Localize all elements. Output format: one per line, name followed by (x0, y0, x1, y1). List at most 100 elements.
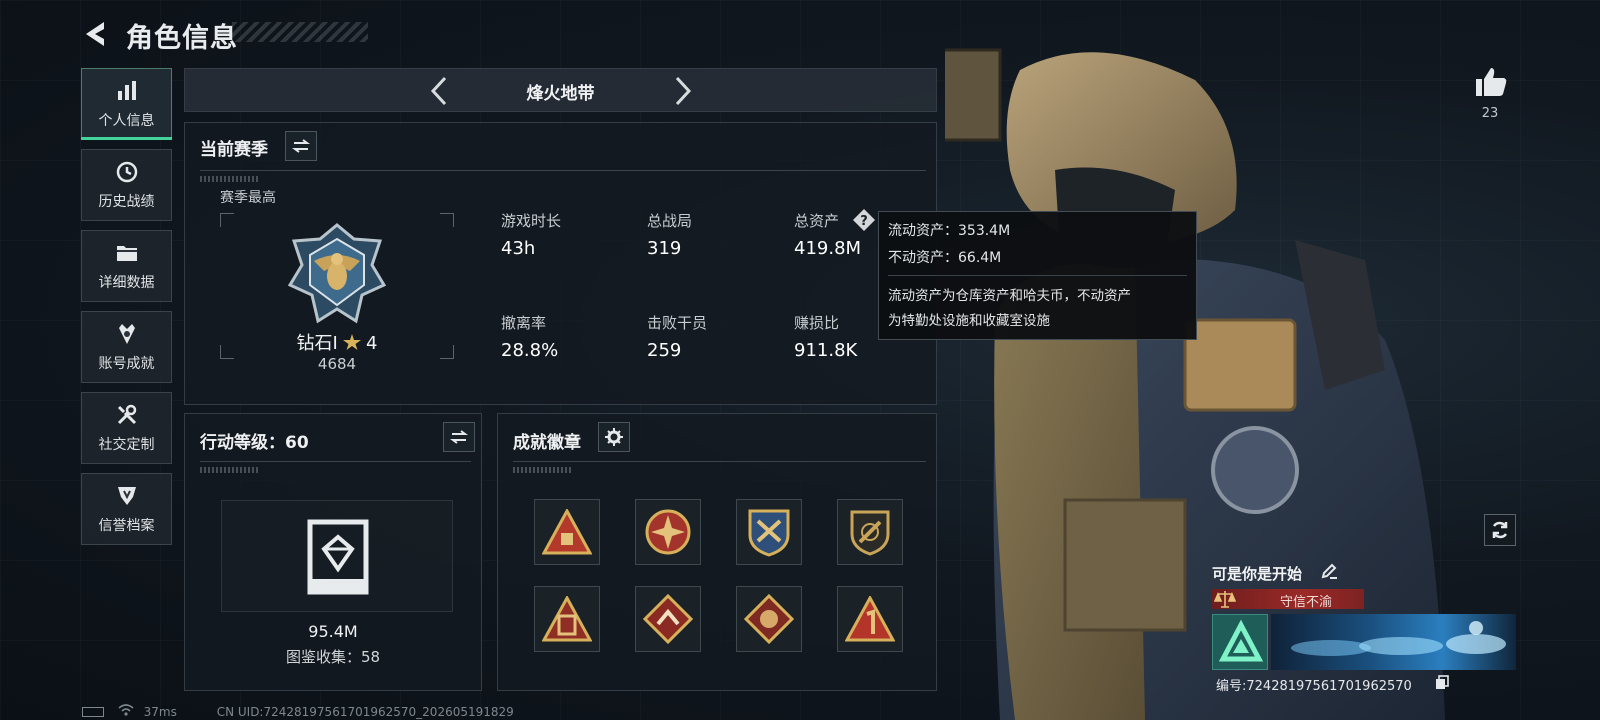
collection-count: 图鉴收集：58 (285, 648, 381, 666)
status-uid: CN UID:7242819756170196​2570_20260519182… (216, 705, 514, 719)
star-icon (342, 334, 361, 350)
mode-bar: 烽火地带 (184, 68, 937, 112)
stat-label-profit-loss: 赚损比 (794, 314, 840, 332)
nav-label: 详细数据 (98, 275, 155, 291)
season-best-label: 赛季最高 (220, 190, 276, 206)
refresh-button[interactable] (1484, 514, 1516, 546)
stat-label-total-assets: 总资产 (794, 212, 840, 230)
bar-chart-icon (114, 78, 140, 104)
achievement-badge-7[interactable] (736, 586, 802, 652)
decor-lines (200, 467, 260, 473)
profile-banner-image (1271, 614, 1516, 670)
stat-value-profit-loss: 911.8K (794, 340, 858, 361)
divider (513, 461, 926, 462)
stat-value-play-time: 43h (501, 238, 536, 259)
divider (200, 461, 471, 462)
achievements-panel: 成就徽章 (497, 413, 937, 691)
level-value: 95.4M (308, 622, 358, 641)
ping-text: 37ms (143, 705, 177, 719)
action-level-title: 行动等级：60 (200, 433, 309, 453)
achievement-settings-button[interactable] (598, 422, 630, 452)
achievements-title: 成就徽章 (513, 433, 581, 453)
frame-corner (220, 213, 234, 227)
rank-name: 钻石I (296, 333, 338, 354)
nav-label: 社交定制 (98, 437, 155, 453)
nav-item-achievements[interactable]: 账号成就 (81, 311, 172, 383)
copy-icon[interactable] (1435, 675, 1449, 690)
tooltip-liquid: 流动资产：353.4M (888, 223, 1011, 239)
mode-title: 烽火地带 (526, 84, 595, 104)
achievement-badge-2[interactable] (635, 499, 701, 565)
action-level-panel: 行动等级：60 95.4M 图鉴收集：58 (184, 413, 482, 691)
achievement-badge-8[interactable] (837, 586, 903, 652)
battery-icon (82, 707, 104, 717)
tooltip-fixed: 不动资产：66.4M (888, 250, 1002, 266)
folder-icon (114, 240, 140, 266)
back-icon[interactable] (80, 18, 112, 50)
scales-icon (1214, 591, 1236, 608)
stat-value-total-matches: 319 (647, 238, 682, 259)
thumbs-up-icon[interactable] (1474, 66, 1508, 98)
nav-label: 账号成就 (98, 356, 155, 372)
stat-value-total-assets: 419.8M (794, 238, 862, 259)
swap-icon (292, 139, 310, 153)
wifi-icon (118, 704, 134, 719)
stat-label-kills: 击败干员 (647, 314, 708, 332)
page-title: 角色信息 (126, 23, 238, 54)
achievement-badge-4[interactable] (837, 499, 903, 565)
decor-lines (513, 467, 573, 473)
nav-label: 个人信息 (98, 113, 155, 129)
nav-item-social-custom[interactable]: 社交定制 (81, 392, 172, 464)
nav-item-detail-data[interactable]: 详细数据 (81, 230, 172, 302)
help-icon[interactable]: ? (852, 208, 876, 232)
nav-item-personal-info[interactable]: 个人信息 (81, 68, 172, 140)
season-switch-button[interactable] (285, 131, 317, 161)
gear-icon (605, 428, 623, 446)
diamond-rank-emblem-icon (287, 223, 387, 324)
stat-label-play-time: 游戏时长 (501, 212, 562, 230)
achievement-badge-6[interactable] (635, 586, 701, 652)
achievement-badge-5[interactable] (534, 586, 600, 652)
shield-icon (114, 483, 140, 509)
reputation-badge: 守信不渝 (1212, 589, 1364, 610)
player-name: 可是你是开始 (1212, 565, 1303, 583)
collection-case-icon (307, 519, 369, 595)
swap-icon (450, 430, 468, 444)
nav-item-reputation[interactable]: 信誉档案 (81, 473, 172, 545)
tooltip-desc-2: 为特勤处设施和收藏室设施 (888, 313, 1050, 329)
tooltip-divider (888, 275, 1187, 276)
tooltip-desc-1: 流动资产为仓库资产和哈夫币，不动资产 (888, 288, 1131, 304)
edit-icon[interactable] (1320, 562, 1338, 580)
season-title: 当前赛季 (200, 140, 268, 160)
reputation-text: 守信不渝 (1279, 595, 1332, 610)
triangle-logo-icon (1218, 619, 1264, 662)
refresh-icon (1492, 521, 1508, 539)
medal-icon (114, 321, 140, 347)
achievement-badge-1[interactable] (534, 499, 600, 565)
svg-text:?: ? (860, 214, 868, 229)
divider (200, 170, 926, 171)
rank-stars: 4 (366, 333, 378, 354)
title-decoration (232, 22, 368, 42)
next-mode-icon[interactable] (667, 75, 697, 107)
asset-tooltip: 流动资产：353.4M 不动资产：66.4M 流动资产为仓库资产和哈夫币，不动资… (878, 211, 1197, 340)
clock-icon (114, 159, 140, 185)
rank-line: 钻石I 4 (220, 329, 454, 355)
action-level-switch-button[interactable] (443, 422, 475, 452)
achievement-badge-3[interactable] (736, 499, 802, 565)
nav-item-history[interactable]: 历史战绩 (81, 149, 172, 221)
decor-lines (200, 176, 260, 182)
stat-label-total-matches: 总战局 (647, 212, 693, 230)
rank-score: 4684 (317, 355, 357, 373)
tools-icon (114, 402, 140, 428)
stat-value-kills: 259 (647, 340, 682, 361)
season-panel: 当前赛季 赛季最高 钻石I 4 4684 游戏时长 43h 总战局 319 总资… (184, 122, 937, 405)
like-count: 23 (1481, 106, 1499, 121)
player-uid: 编号:7242819756170196​2570 (1216, 679, 1412, 694)
frame-corner (440, 213, 454, 227)
status-bar: 37ms CN UID:7242819756170196​2570_202605… (82, 704, 514, 719)
rank-logo (1212, 614, 1268, 670)
stat-value-extraction-rate: 28.8% (501, 340, 559, 361)
nav-label: 信誉档案 (98, 518, 155, 534)
stat-label-extraction-rate: 撤离率 (501, 314, 547, 332)
